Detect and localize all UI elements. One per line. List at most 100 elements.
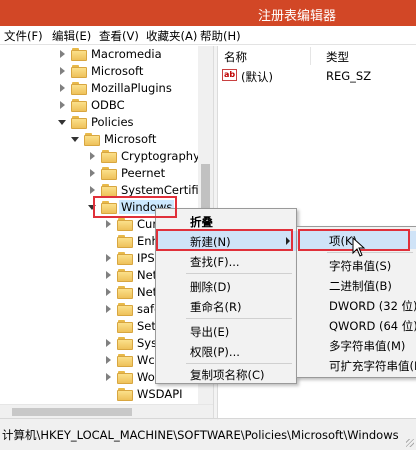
value-name: (默认) xyxy=(241,70,273,84)
menu-separator xyxy=(327,252,413,253)
column-divider[interactable] xyxy=(310,47,311,65)
tree-item-label: WSDAPI xyxy=(137,387,183,401)
submenu-item-string-value[interactable]: 字符串值(S) xyxy=(297,256,416,274)
menu-item-copy-key-name[interactable]: 复制项名称(C) xyxy=(156,364,296,384)
menu-item-label: DWORD (32 位)值(D) xyxy=(329,299,416,313)
menu-separator xyxy=(186,318,292,319)
submenu-item-expandable-string-value[interactable]: 可扩充字符串值(E) xyxy=(297,356,416,374)
menu-edit[interactable]: 编辑(E) xyxy=(52,28,91,44)
menu-favorites[interactable]: 收藏夹(A) xyxy=(146,28,197,44)
submenu-item-qword-value[interactable]: QWORD (64 位)值(Q) xyxy=(297,316,416,334)
folder-icon xyxy=(117,252,133,265)
context-menu: 折叠 新建(N) 查找(F)... 删除(D) 重命名(R) 导出(E) 权限(… xyxy=(155,208,297,384)
menu-help[interactable]: 帮助(H) xyxy=(200,28,241,44)
expand-arrow-icon[interactable] xyxy=(104,254,114,264)
submenu-item-dword-value[interactable]: DWORD (32 位)值(D) xyxy=(297,296,416,314)
tree-horizontal-scrollbar[interactable] xyxy=(0,404,213,418)
folder-icon xyxy=(71,65,87,78)
menu-item-label: 删除(D) xyxy=(190,280,231,294)
folder-icon xyxy=(101,150,117,163)
menu-file[interactable]: 文件(F) xyxy=(4,28,43,44)
menu-item-permissions[interactable]: 权限(P)... xyxy=(156,341,296,361)
folder-icon xyxy=(117,218,133,231)
window-title: 注册表编辑器 xyxy=(258,9,337,24)
folder-icon xyxy=(84,133,100,146)
expand-arrow-icon[interactable] xyxy=(104,271,114,281)
menu-item-delete[interactable]: 删除(D) xyxy=(156,276,296,296)
folder-icon xyxy=(117,235,133,248)
expand-arrow-icon[interactable] xyxy=(104,373,114,383)
expand-arrow-icon[interactable] xyxy=(58,84,68,94)
folder-icon xyxy=(101,201,117,214)
column-header-type[interactable]: 类型 xyxy=(326,46,349,66)
menu-view[interactable]: 查看(V) xyxy=(99,28,139,44)
folder-icon xyxy=(117,303,133,316)
value-type: REG_SZ xyxy=(326,69,372,83)
submenu-item-binary-value[interactable]: 二进制值(B) xyxy=(297,276,416,294)
menu-item-label: 新建(N) xyxy=(190,235,231,249)
tree-item-label: Policies xyxy=(91,115,134,129)
expand-arrow-icon[interactable] xyxy=(104,339,114,349)
folder-icon xyxy=(117,337,133,350)
menu-item-label: 权限(P)... xyxy=(190,345,240,359)
menu-item-label: 重命名(R) xyxy=(190,300,242,314)
folder-icon xyxy=(117,371,133,384)
title-bar: 注册表编辑器 xyxy=(0,0,416,26)
tree-item-label: ODBC xyxy=(91,98,125,112)
expand-arrow-icon[interactable] xyxy=(104,220,114,230)
scrollbar-thumb[interactable] xyxy=(12,408,132,416)
menu-bar: 文件(F) 编辑(E) 查看(V) 收藏夹(A) 帮助(H) xyxy=(0,26,416,45)
expand-arrow-icon[interactable] xyxy=(58,67,68,77)
expand-arrow-icon[interactable] xyxy=(104,305,114,315)
folder-icon xyxy=(117,354,133,367)
folder-icon xyxy=(71,116,87,129)
tree-item-label: MozillaPlugins xyxy=(91,81,172,95)
value-row[interactable]: ab (默认) REG_SZ xyxy=(218,67,416,85)
expand-arrow-icon[interactable] xyxy=(58,50,68,60)
menu-item-label: 字符串值(S) xyxy=(329,259,392,273)
menu-item-label: 二进制值(B) xyxy=(329,279,392,293)
collapse-arrow-icon[interactable] xyxy=(71,135,81,145)
folder-icon xyxy=(71,99,87,112)
string-value-icon: ab xyxy=(222,69,237,81)
folder-icon xyxy=(71,48,87,61)
submenu-item-multi-string-value[interactable]: 多字符串值(M) xyxy=(297,336,416,354)
submenu-arrow-icon xyxy=(286,237,290,245)
menu-item-label: 折叠 xyxy=(190,215,213,229)
menu-item-label: 查找(F)... xyxy=(190,255,240,269)
status-path: 计算机\HKEY_LOCAL_MACHINE\SOFTWARE\Policies… xyxy=(2,428,399,442)
collapse-arrow-icon[interactable] xyxy=(58,118,68,128)
menu-item-label: 导出(E) xyxy=(190,325,230,339)
folder-icon xyxy=(71,82,87,95)
folder-icon xyxy=(117,388,133,401)
menu-item-label: 复制项名称(C) xyxy=(190,368,265,382)
expand-arrow-icon[interactable] xyxy=(88,152,98,162)
folder-icon xyxy=(117,286,133,299)
expand-arrow-icon[interactable] xyxy=(104,356,114,366)
expand-arrow-icon[interactable] xyxy=(104,288,114,298)
expand-arrow-icon[interactable] xyxy=(88,186,98,196)
folder-icon xyxy=(101,184,117,197)
menu-item-collapse[interactable]: 折叠 xyxy=(156,211,296,231)
folder-icon xyxy=(117,269,133,282)
folder-icon xyxy=(117,320,133,333)
menu-item-new[interactable]: 新建(N) xyxy=(156,231,296,251)
menu-item-rename[interactable]: 重命名(R) xyxy=(156,296,296,316)
menu-item-export[interactable]: 导出(E) xyxy=(156,321,296,341)
status-bar: 计算机\HKEY_LOCAL_MACHINE\SOFTWARE\Policies… xyxy=(0,418,416,450)
menu-item-label: QWORD (64 位)值(Q) xyxy=(329,319,416,333)
expand-arrow-icon[interactable] xyxy=(88,169,98,179)
tree-item-label: Macromedia xyxy=(91,47,162,61)
tree-item-label: Microsoft xyxy=(104,132,157,146)
resize-grip-icon[interactable] xyxy=(406,439,414,447)
menu-item-label: 可扩充字符串值(E) xyxy=(329,359,416,373)
menu-item-find[interactable]: 查找(F)... xyxy=(156,251,296,271)
column-header-name[interactable]: 名称 xyxy=(224,46,247,66)
expand-arrow-icon[interactable] xyxy=(58,101,68,111)
menu-item-label: 多字符串值(M) xyxy=(329,339,406,353)
mouse-pointer-icon xyxy=(352,237,366,257)
tree-item-label: Microsoft xyxy=(91,64,144,78)
tree-item-label: Peernet xyxy=(121,166,166,180)
folder-icon xyxy=(101,167,117,180)
collapse-arrow-icon[interactable] xyxy=(88,203,98,213)
